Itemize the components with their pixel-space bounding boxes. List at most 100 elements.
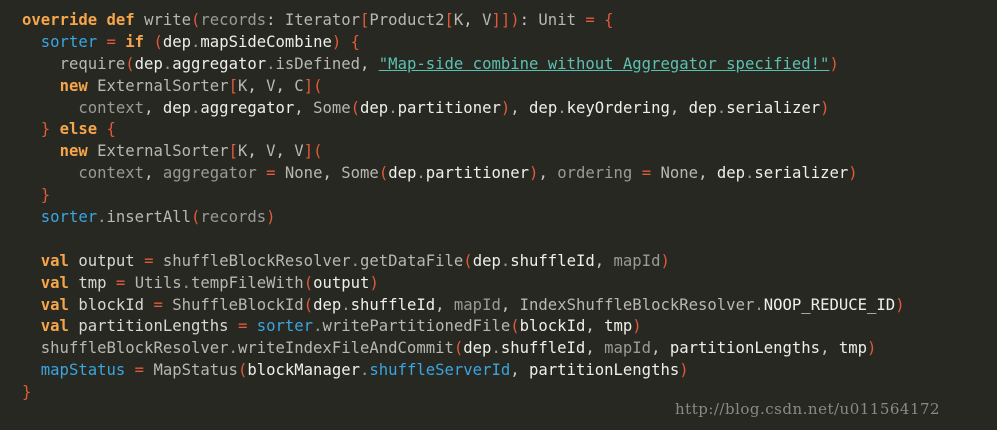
code-token: shuffleId (510, 251, 595, 270)
code-token: override (22, 11, 98, 29)
code-token: val (40, 317, 69, 336)
code-token: dep (313, 295, 342, 314)
code-token: ExternalSorter (97, 76, 229, 95)
code-token: , (144, 164, 163, 183)
code-token: IndexShuffleBlockResolver (519, 295, 755, 314)
code-token: , (247, 142, 267, 161)
code-token: K (237, 76, 248, 95)
code-token: , (294, 98, 314, 117)
code-token: require (59, 54, 126, 73)
code-token: ) (829, 54, 839, 73)
code-line: shuffleBlockResolver.writeIndexFileAndCo… (22, 338, 905, 360)
code-token: isDefined (275, 54, 361, 73)
code-token: blockManager (247, 361, 361, 380)
code-token: V (266, 142, 276, 161)
code-token: "Map-side combine without Aggregator spe… (378, 54, 830, 73)
code-token: sorter (256, 317, 314, 336)
code-token: = (134, 361, 145, 380)
code-token: } (40, 186, 51, 205)
code-line: sorter.insertAll(records) (22, 207, 905, 229)
code-token: if (125, 32, 145, 51)
code-token: . (181, 273, 192, 292)
code-token: def (106, 11, 135, 29)
code-token: , (594, 251, 614, 270)
code-token: . (191, 98, 201, 117)
code-token: ) (867, 339, 877, 358)
code-token: tmp (838, 339, 868, 358)
code-token: } (22, 383, 32, 402)
code-token: writeIndexFileAndCommit (237, 339, 454, 358)
code-token: context (78, 98, 145, 117)
code-token: . (491, 339, 501, 358)
code-token: Some (313, 98, 351, 117)
code-token: = (106, 32, 116, 51)
code-token: sorter (40, 208, 98, 227)
code-token: } (40, 120, 51, 139)
code-token: = (641, 164, 652, 183)
code-token: None (284, 164, 323, 183)
code-token: val (40, 295, 69, 314)
code-token: : (266, 11, 285, 29)
code-token: , (500, 295, 520, 314)
code-token: : (519, 11, 539, 29)
code-token: , (820, 339, 839, 358)
code-token: ]( (303, 76, 323, 95)
code-token: Some (341, 164, 379, 183)
code-token: dep (688, 98, 717, 117)
code-token: . (191, 32, 201, 51)
code-token: write (144, 11, 192, 29)
code-token: tempFileWith (191, 273, 304, 292)
code-token: . (266, 54, 276, 73)
code-token: ) (679, 361, 689, 380)
code-line: context, dep.aggregator, Some(dep.partit… (22, 98, 905, 120)
code-token: . (360, 361, 370, 380)
code-token: , (435, 295, 454, 314)
code-token: getDataFile (360, 251, 464, 270)
code-token: shuffleBlockResolver (162, 251, 351, 270)
code-token: ShuffleBlockId (172, 295, 304, 314)
code-line: new ExternalSorter[K, V, C]( (22, 76, 905, 98)
code-token: , (538, 164, 558, 183)
code-token: serializer (754, 164, 849, 183)
code-token: K (453, 11, 464, 29)
code-token: shuffleId (500, 339, 586, 358)
code-token: ]] (491, 11, 511, 29)
code-token: . (341, 295, 351, 314)
code-token: { (604, 11, 614, 29)
code-token: . (388, 98, 398, 117)
code-token: , (669, 98, 689, 117)
code-token: dep (134, 54, 163, 73)
code-token: ) (369, 273, 379, 292)
code-token: , (510, 98, 530, 117)
code-token: [ (228, 76, 238, 95)
code-token: tmp (604, 317, 633, 336)
code-line: override def write(records: Iterator[Pro… (22, 10, 905, 32)
code-token: C (294, 76, 304, 95)
code-token: ( (153, 32, 163, 51)
code-token: new (59, 142, 88, 161)
code-token: aggregator (162, 164, 257, 183)
code-token: ( (303, 295, 314, 314)
code-line: sorter = if (dep.mapSideCombine) { (22, 32, 905, 54)
code-token: mapId (604, 339, 652, 358)
